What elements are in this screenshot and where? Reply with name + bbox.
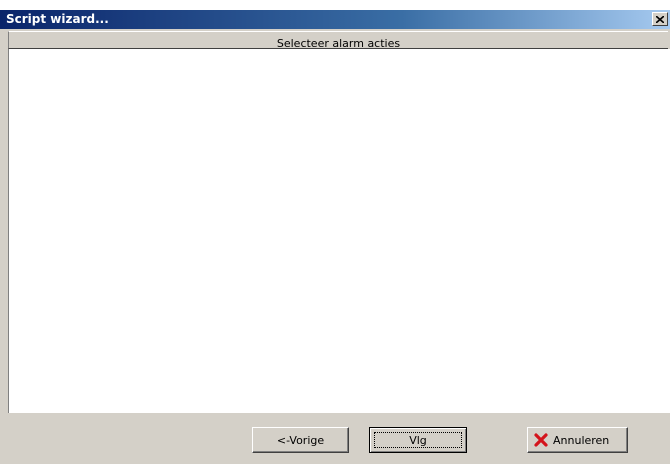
actions-panel — [8, 49, 670, 413]
script-wizard-window: Script wizard... Selecteer alarm acties … — [0, 10, 670, 464]
cancel-button[interactable]: Annuleren — [527, 427, 628, 453]
title-bar[interactable]: Script wizard... — [0, 10, 670, 29]
next-button[interactable]: Vlg — [369, 427, 467, 453]
red-x-icon — [534, 433, 548, 447]
step-header: Selecteer alarm acties — [8, 31, 668, 50]
previous-button-label: <-Vorige — [276, 433, 325, 447]
button-bar: <-Vorige Vlg Annuleren — [0, 413, 670, 464]
next-button-label: Vlg — [409, 433, 427, 447]
previous-button[interactable]: <-Vorige — [252, 427, 349, 453]
window-title: Script wizard... — [6, 12, 109, 26]
close-icon — [656, 15, 664, 23]
close-button[interactable] — [652, 12, 668, 26]
cancel-button-label: Annuleren — [553, 433, 610, 447]
